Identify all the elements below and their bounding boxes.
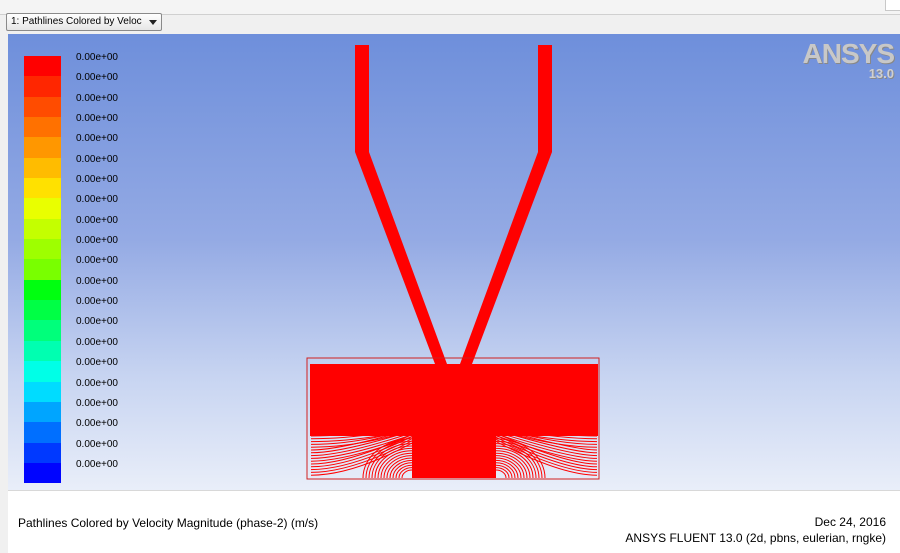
legend-swatch [24,422,61,442]
legend-label: 0.00e+00 [76,109,118,129]
legend-label: 0.00e+00 [76,312,118,332]
pathlines-group [310,45,598,478]
legend-label: 0.00e+00 [76,333,118,353]
legend-label: 0.00e+00 [76,150,118,170]
legend-swatch [24,443,61,463]
vortex-arc [496,451,530,478]
legend-label: 0.00e+00 [76,353,118,373]
plot-title: Pathlines Colored by Velocity Magnitude … [18,516,318,530]
legend-label: 0.00e+00 [76,435,118,455]
left-inlet-channel [355,45,447,364]
legend-swatch [24,117,61,137]
display-window-select[interactable]: 1: Pathlines Colored by Veloc [6,13,162,31]
legend-label: 0.00e+00 [76,211,118,231]
legend-swatch [24,56,61,76]
plot-footer: Pathlines Colored by Velocity Magnitude … [8,490,900,553]
legend-label: 0.00e+00 [76,272,118,292]
legend-label: 0.00e+00 [76,68,118,88]
legend-swatch [24,259,61,279]
legend-swatch [24,382,61,402]
legend-label: 0.00e+00 [76,129,118,149]
legend-swatch [24,198,61,218]
vortex-arc [402,470,412,478]
ansys-logo: ANSYS 13.0 [803,38,894,81]
legend-swatch [24,97,61,117]
chevron-down-icon[interactable] [149,20,157,25]
vortex-arc [496,470,506,478]
legend-label: 0.00e+00 [76,394,118,414]
legend-swatch [24,239,61,259]
legend-swatch [24,158,61,178]
legend-swatch [24,341,61,361]
graphics-viewport[interactable]: 0.00e+000.00e+000.00e+000.00e+000.00e+00… [8,34,900,490]
legend-label: 0.00e+00 [76,89,118,109]
legend-label: 0.00e+00 [76,414,118,434]
plot-date: Dec 24, 2016 [815,515,886,529]
legend-swatch [24,463,61,483]
solver-info: ANSYS FLUENT 13.0 (2d, pbns, eulerian, r… [625,531,886,545]
color-legend-labels: 0.00e+000.00e+000.00e+000.00e+000.00e+00… [76,48,118,475]
legend-label: 0.00e+00 [76,374,118,394]
legend-label: 0.00e+00 [76,48,118,68]
legend-swatch [24,361,61,381]
legend-label: 0.00e+00 [76,190,118,210]
legend-swatch [24,402,61,422]
legend-label: 0.00e+00 [76,455,118,475]
legend-label: 0.00e+00 [76,251,118,271]
pathline-plot [8,34,900,490]
legend-swatch [24,76,61,96]
legend-swatch [24,178,61,198]
display-window-select-value: 1: Pathlines Colored by Veloc [11,16,142,27]
legend-label: 0.00e+00 [76,170,118,190]
legend-swatch [24,280,61,300]
legend-swatch [24,219,61,239]
legend-label: 0.00e+00 [76,292,118,312]
legend-label: 0.00e+00 [76,231,118,251]
right-inlet-channel [460,45,552,364]
legend-swatch [24,320,61,340]
color-legend-bar [24,56,61,483]
window-tab[interactable] [885,0,900,11]
legend-swatch [24,300,61,320]
legend-swatch [24,137,61,157]
